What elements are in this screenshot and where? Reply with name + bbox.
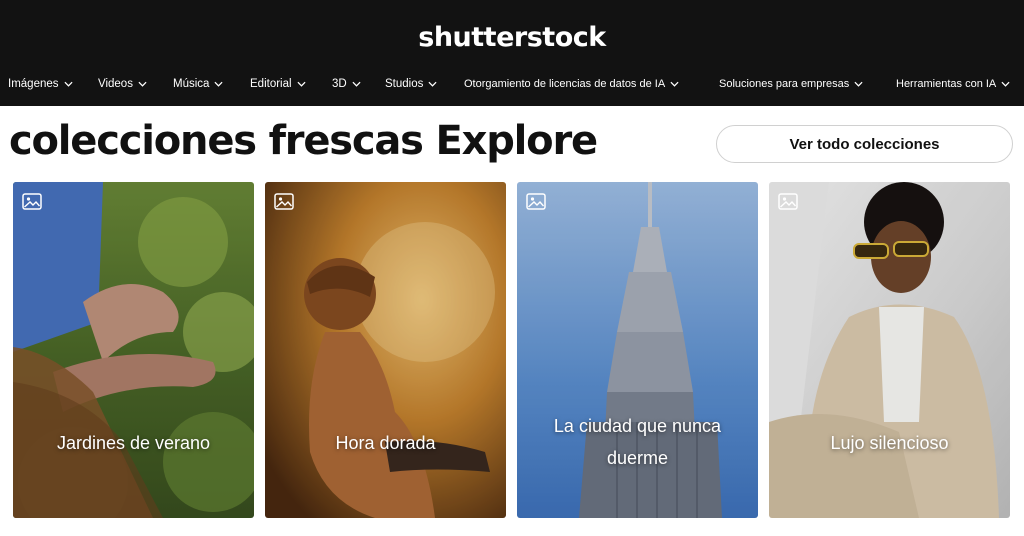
nav-item-label: Videos	[98, 78, 133, 90]
image-icon	[526, 193, 546, 210]
chevron-down-icon	[670, 81, 679, 87]
nav-item-3d[interactable]: 3D	[332, 72, 361, 96]
collection-thumbnail	[265, 182, 506, 518]
collection-title: Hora dorada	[335, 433, 436, 453]
collection-title: La ciudad que nunca duerme	[553, 416, 722, 468]
collection-thumbnail	[769, 182, 1010, 518]
shutterstock-logo[interactable]: shutterstock	[0, 22, 1024, 53]
collection-thumbnail	[13, 182, 254, 518]
nav-item-herramientas-ia[interactable]: Herramientas con IA	[896, 72, 1010, 96]
main-nav: Imágenes Videos Música Editorial 3D Stud…	[0, 72, 1024, 96]
nav-item-soluciones[interactable]: Soluciones para empresas	[719, 72, 863, 96]
chevron-down-icon	[214, 81, 223, 87]
nav-item-label: Música	[173, 78, 210, 90]
collection-card-hora-dorada[interactable]: Hora dorada	[265, 182, 506, 518]
nav-item-label: Otorgamiento de licencias de datos de IA	[464, 78, 666, 90]
nav-item-label: Editorial	[250, 78, 292, 90]
chevron-down-icon	[297, 81, 306, 87]
site-header: shutterstock Imágenes Videos Música Edit…	[0, 0, 1024, 106]
nav-item-imagenes[interactable]: Imágenes	[8, 72, 73, 96]
nav-item-label: Soluciones para empresas	[719, 78, 850, 90]
section-title: colecciones frescas Explore	[9, 118, 598, 164]
chevron-down-icon	[138, 81, 147, 87]
image-icon	[274, 193, 294, 210]
chevron-down-icon	[63, 81, 73, 87]
chevron-down-icon	[854, 81, 863, 87]
nav-item-label: Imágenes	[8, 78, 59, 90]
chevron-down-icon	[1001, 81, 1010, 87]
nav-item-editorial[interactable]: Editorial	[250, 72, 306, 96]
image-icon	[22, 193, 42, 210]
collection-title: Lujo silencioso	[830, 433, 949, 453]
chevron-down-icon	[428, 81, 437, 87]
collection-card-lujo[interactable]: Lujo silencioso	[769, 182, 1010, 518]
nav-item-label: Herramientas con IA	[896, 78, 997, 90]
nav-item-musica[interactable]: Música	[173, 72, 223, 96]
nav-item-licencias-ia[interactable]: Otorgamiento de licencias de datos de IA	[464, 72, 679, 96]
nav-item-videos[interactable]: Videos	[98, 72, 147, 96]
image-icon	[778, 193, 798, 210]
nav-item-label: Studios	[385, 78, 424, 90]
chevron-down-icon	[352, 81, 361, 87]
collection-card-jardines[interactable]: Jardines de verano	[13, 182, 254, 518]
collection-card-ciudad[interactable]: La ciudad que nunca duerme	[517, 182, 758, 518]
collection-title: Jardines de verano	[56, 433, 211, 453]
view-all-collections-button[interactable]: Ver todo colecciones	[716, 125, 1013, 163]
nav-item-studios[interactable]: Studios	[385, 72, 437, 96]
nav-item-label: 3D	[332, 78, 347, 90]
